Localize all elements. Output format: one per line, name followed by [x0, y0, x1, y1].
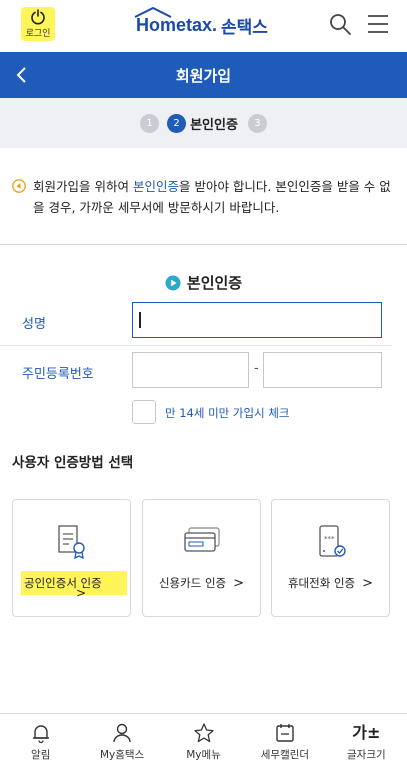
hamburger-menu-icon[interactable] [366, 13, 390, 35]
step-active-label: 본인인증 [190, 117, 238, 133]
mobile-phone-icon: *** [319, 525, 346, 557]
nav-item-notifications[interactable]: 알림 [0, 714, 81, 767]
nav-label-font-size: 글자크기 [347, 749, 386, 761]
nav-label-notifications: 알림 [31, 749, 51, 761]
rrn-dash: - [254, 361, 259, 376]
logo-roof-icon [134, 6, 172, 18]
mobile-auth-label[interactable]: 휴대전화 인증 > [272, 575, 389, 591]
under14-checkbox[interactable] [132, 400, 156, 424]
chevron-right-icon: > [362, 576, 374, 591]
notice-message: 회원가입을 위하여 본인인증을 받아야 합니다. 본인인증을 받을 수 없을 경… [12, 176, 392, 218]
credit-card-auth-card[interactable]: 신용카드 인증 > [142, 499, 261, 617]
search-icon[interactable] [328, 12, 352, 36]
back-arrow-icon[interactable] [12, 65, 32, 85]
login-button[interactable]: 로그인 [21, 7, 55, 41]
rrn-back-input[interactable] [263, 352, 382, 388]
nav-label-tax-calendar: 세무캘린더 [260, 749, 310, 761]
mobile-auth-text: 휴대전화 인증 [287, 576, 356, 590]
title-bar: 회원가입 [0, 52, 407, 98]
certificate-auth-label[interactable]: 공인인증서 인증 [24, 575, 102, 591]
login-label: 로그인 [25, 29, 51, 39]
svg-text:***: *** [324, 535, 335, 543]
section-divider [0, 244, 407, 245]
name-label: 성명 [22, 317, 46, 332]
section-title: 본인인증 [0, 272, 407, 293]
credit-card-auth-label[interactable]: 신용카드 인증 > [143, 575, 260, 591]
bottom-navigation: 알림 My홈택스 My메뉴 세무캘린더 가± 글자크기 [0, 713, 407, 767]
step-2-dot: 2 [167, 113, 187, 133]
row-divider [0, 345, 392, 346]
nav-item-my-hometax[interactable]: My홈택스 [81, 714, 162, 767]
hometax-logo[interactable]: Hometax. 손택스 [134, 6, 268, 42]
top-header: 로그인 Hometax. 손택스 [0, 0, 407, 52]
info-arrow-icon [12, 179, 26, 193]
chevron-right-icon: > [233, 576, 245, 591]
nav-label-my-menu: My메뉴 [186, 749, 221, 761]
certificate-auth-card[interactable] [12, 499, 131, 617]
auth-method-title: 사용자 인증방법 선택 [12, 455, 134, 471]
rrn-label: 주민등록번호 [22, 367, 94, 382]
notice-highlight: 본인인증 [132, 179, 179, 194]
step-3-dot: 3 [247, 113, 267, 133]
chevron-right-icon[interactable]: > [76, 586, 86, 600]
certificate-icon [58, 525, 85, 560]
calendar-icon [276, 724, 294, 742]
mobile-auth-card[interactable]: *** 휴대전화 인증 > [271, 499, 390, 617]
play-bullet-icon [165, 275, 181, 290]
under14-label[interactable]: 만 14세 미만 가입시 체크 [165, 405, 289, 421]
rrn-front-input[interactable] [132, 352, 249, 388]
star-icon [193, 723, 214, 743]
nav-item-tax-calendar[interactable]: 세무캘린더 [244, 714, 325, 767]
bell-icon [32, 725, 49, 744]
nav-item-font-size[interactable]: 가± 글자크기 [326, 714, 407, 767]
logo-english-text: Hometax. [136, 14, 218, 35]
name-input[interactable] [132, 302, 382, 338]
page-title: 회원가입 [175, 66, 232, 85]
nav-label-my-hometax: My홈택스 [99, 749, 145, 761]
font-size-icon: 가± [352, 723, 381, 742]
step-indicator: 1 2 본인인증 3 [0, 98, 407, 148]
notice-text-before: 회원가입을 위하여 [33, 179, 133, 194]
text-caret [139, 312, 141, 328]
step-1-dot: 1 [140, 113, 160, 133]
user-icon [113, 723, 131, 743]
credit-card-auth-text: 신용카드 인증 [158, 576, 227, 590]
section-title-text: 본인인증 [186, 274, 243, 292]
nav-item-my-menu[interactable]: My메뉴 [163, 714, 244, 767]
credit-card-icon [184, 527, 220, 552]
power-icon [31, 9, 45, 25]
logo-korean: 손택스 [221, 17, 268, 38]
logo-english: Hometax. [134, 6, 218, 36]
